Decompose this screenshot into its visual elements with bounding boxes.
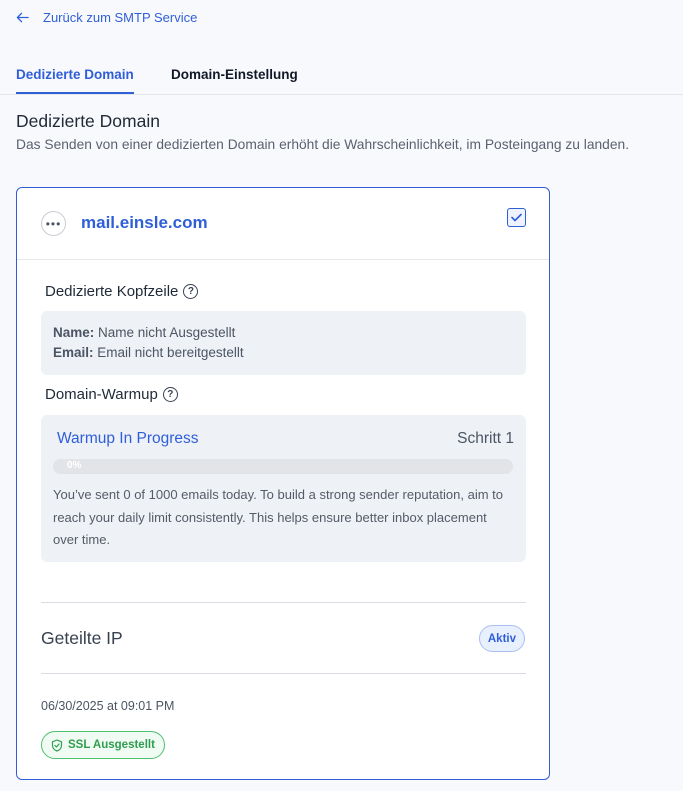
name-value: Name nicht Ausgestellt (98, 325, 236, 340)
warmup-message: You’ve sent 0 of 1000 emails today. To b… (53, 487, 503, 547)
warmup-progress-bar: 0% (53, 459, 513, 474)
email-label: Email: (53, 345, 94, 360)
warmup-progress-label: 0% (67, 460, 82, 471)
more-horizontal-icon: ••• (45, 216, 62, 231)
tab-domain-settings[interactable]: Domain-Einstellung (171, 67, 298, 92)
warmup-status: Warmup In Progress (57, 430, 199, 447)
divider (41, 673, 526, 674)
dedicated-header-title: Dedizierte Kopfzeile ? (45, 283, 199, 300)
back-link-label: Zurück zum SMTP Service (43, 10, 198, 25)
sender-name-row: Name: Name nicht Ausgestellt (53, 323, 514, 343)
arrow-left-icon (16, 12, 29, 23)
domain-warmup-label: Domain-Warmup (45, 386, 158, 403)
divider (41, 602, 526, 603)
tab-dedicated-domain[interactable]: Dedizierte Domain (16, 67, 134, 94)
ip-type-label: Geteilte IP (41, 628, 123, 648)
created-timestamp: 06/30/2025 at 09:01 PM (41, 699, 175, 713)
page-description: Das Senden von einer dedizierten Domain … (16, 137, 630, 152)
domain-card: ••• mail.einsle.com Dedizierte Kopfzeile… (16, 187, 550, 780)
ssl-badge-label: SSL Ausgestellt (68, 739, 155, 751)
domain-name[interactable]: mail.einsle.com (81, 213, 208, 233)
check-icon (511, 213, 522, 222)
tab-bar: Dedizierte Domain Domain-Einstellung (0, 58, 683, 95)
ssl-badge: SSL Ausgestellt (41, 731, 165, 759)
name-label: Name: (53, 325, 95, 340)
email-value: Email nicht bereitgestellt (97, 345, 244, 360)
shield-check-icon (51, 738, 63, 752)
sender-email-row: Email: Email nicht bereitgestellt (53, 343, 514, 363)
warmup-step: Schritt 1 (457, 430, 514, 447)
help-icon[interactable]: ? (162, 387, 178, 402)
card-header: ••• mail.einsle.com (17, 188, 549, 260)
dedicated-header-label: Dedizierte Kopfzeile (45, 283, 179, 300)
domain-select-checkbox[interactable] (507, 208, 526, 227)
status-badge: Aktiv (478, 625, 525, 652)
domain-warmup-title: Domain-Warmup ? (45, 386, 178, 403)
help-icon[interactable]: ? (183, 284, 199, 299)
warmup-box: Warmup In Progress Schritt 1 0% You’ve s… (41, 415, 526, 562)
sender-info-box: Name: Name nicht Ausgestellt Email: Emai… (41, 311, 526, 375)
back-link[interactable]: Zurück zum SMTP Service (16, 10, 197, 25)
page-title: Dedizierte Domain (16, 111, 160, 131)
more-options-button[interactable]: ••• (41, 211, 66, 236)
